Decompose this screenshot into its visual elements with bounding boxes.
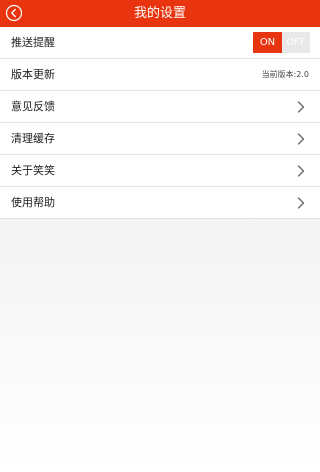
- clear-cache-label: 清理缓存: [11, 132, 55, 145]
- about-label: 关于笑笑: [11, 164, 55, 177]
- feedback-row[interactable]: 意见反馈: [0, 91, 320, 123]
- toggle-on-label: ON: [253, 32, 282, 53]
- chevron-right-icon: [297, 197, 305, 209]
- chevron-right-icon: [297, 133, 305, 145]
- push-notification-label: 推送提醒: [11, 36, 55, 49]
- version-update-row[interactable]: 版本更新 当前版本:2.0: [0, 59, 320, 91]
- current-version-text: 当前版本:2.0: [261, 70, 309, 79]
- help-label: 使用帮助: [11, 196, 55, 209]
- header: 我的设置: [0, 0, 320, 27]
- help-row[interactable]: 使用帮助: [0, 187, 320, 219]
- feedback-label: 意见反馈: [11, 100, 55, 113]
- about-row[interactable]: 关于笑笑: [0, 155, 320, 187]
- chevron-right-icon: [297, 165, 305, 177]
- page-title: 我的设置: [133, 6, 186, 21]
- settings-list: 推送提醒 ON OFF 版本更新 当前版本:2.0 意见反馈 清理缓存 关于笑笑…: [0, 27, 320, 219]
- push-notification-row: 推送提醒 ON OFF: [0, 27, 320, 59]
- clear-cache-row[interactable]: 清理缓存: [0, 123, 320, 155]
- version-update-label: 版本更新: [11, 68, 55, 81]
- toggle-off-label: OFF: [282, 32, 310, 53]
- chevron-right-icon: [297, 101, 305, 113]
- push-notification-toggle[interactable]: ON OFF: [253, 32, 310, 53]
